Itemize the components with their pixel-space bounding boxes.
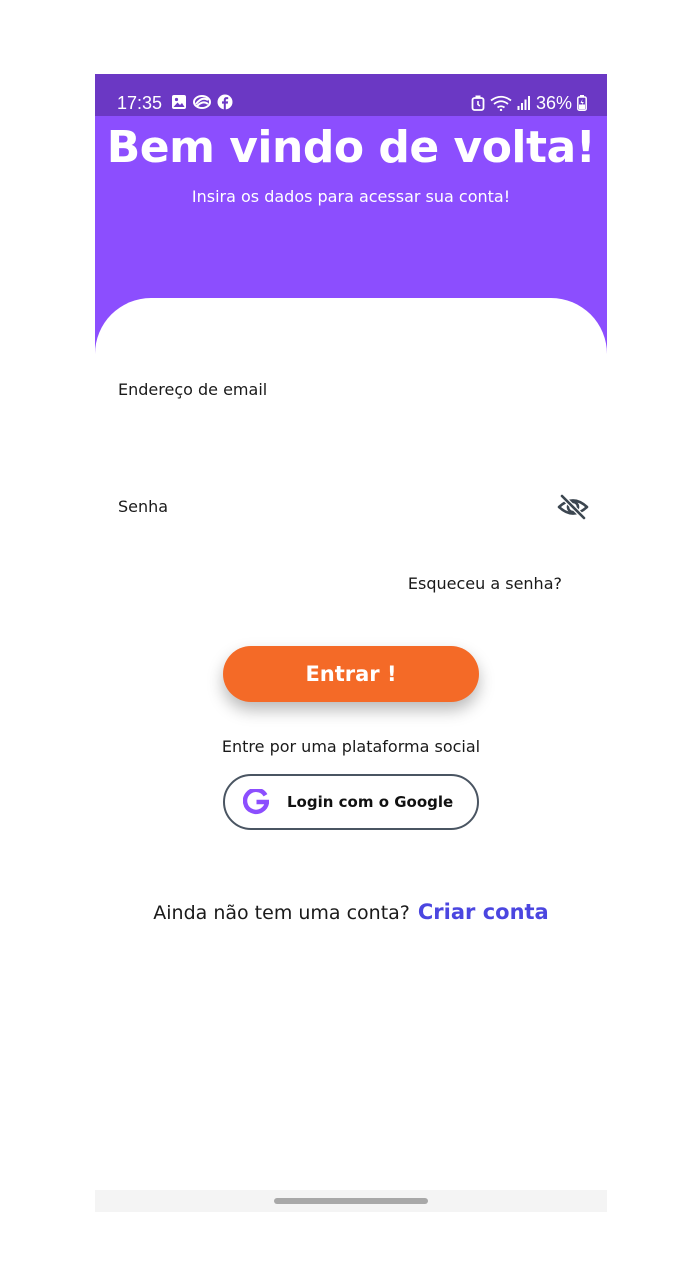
google-icon [243,789,269,815]
email-field[interactable]: Endereço de email [118,380,267,399]
facebook-icon [217,94,233,110]
image-icon [172,95,186,109]
signup-prompt: Ainda não tem uma conta? [153,902,410,924]
wifi-icon [490,95,512,111]
battery-percent: 36% [535,93,572,113]
social-login-prompt: Entre por uma plataforma social [221,737,481,756]
forgot-password-link[interactable]: Esqueceu a senha? [408,574,562,593]
page-title: Bem vindo de volta! [106,122,596,173]
eye-off-icon[interactable] [557,493,589,521]
status-right: 36% [471,93,587,113]
battery-icon [577,95,587,111]
google-login-label: Login com o Google [287,793,454,811]
status-left-icons [171,94,233,110]
navigation-bar [95,1190,607,1212]
google-login-button[interactable]: Login com o Google [223,774,479,830]
status-time: 17:35 [117,93,163,113]
swirl-app-icon [193,95,211,109]
phone-screen: 17:35 36% Bem vindo de volta! Insira os … [95,74,607,1212]
alarm-icon [471,95,485,111]
password-field[interactable]: Senha [118,497,168,516]
create-account-link[interactable]: Criar conta [418,900,549,924]
login-button[interactable]: Entrar ! [223,646,479,702]
status-bar: 17:35 36% [95,74,607,116]
signal-icon [517,96,530,110]
page-subtitle: Insira os dados para acessar sua conta! [191,187,511,206]
home-indicator[interactable] [274,1198,428,1204]
signup-row: Ainda não tem uma conta? Criar conta [95,900,607,924]
